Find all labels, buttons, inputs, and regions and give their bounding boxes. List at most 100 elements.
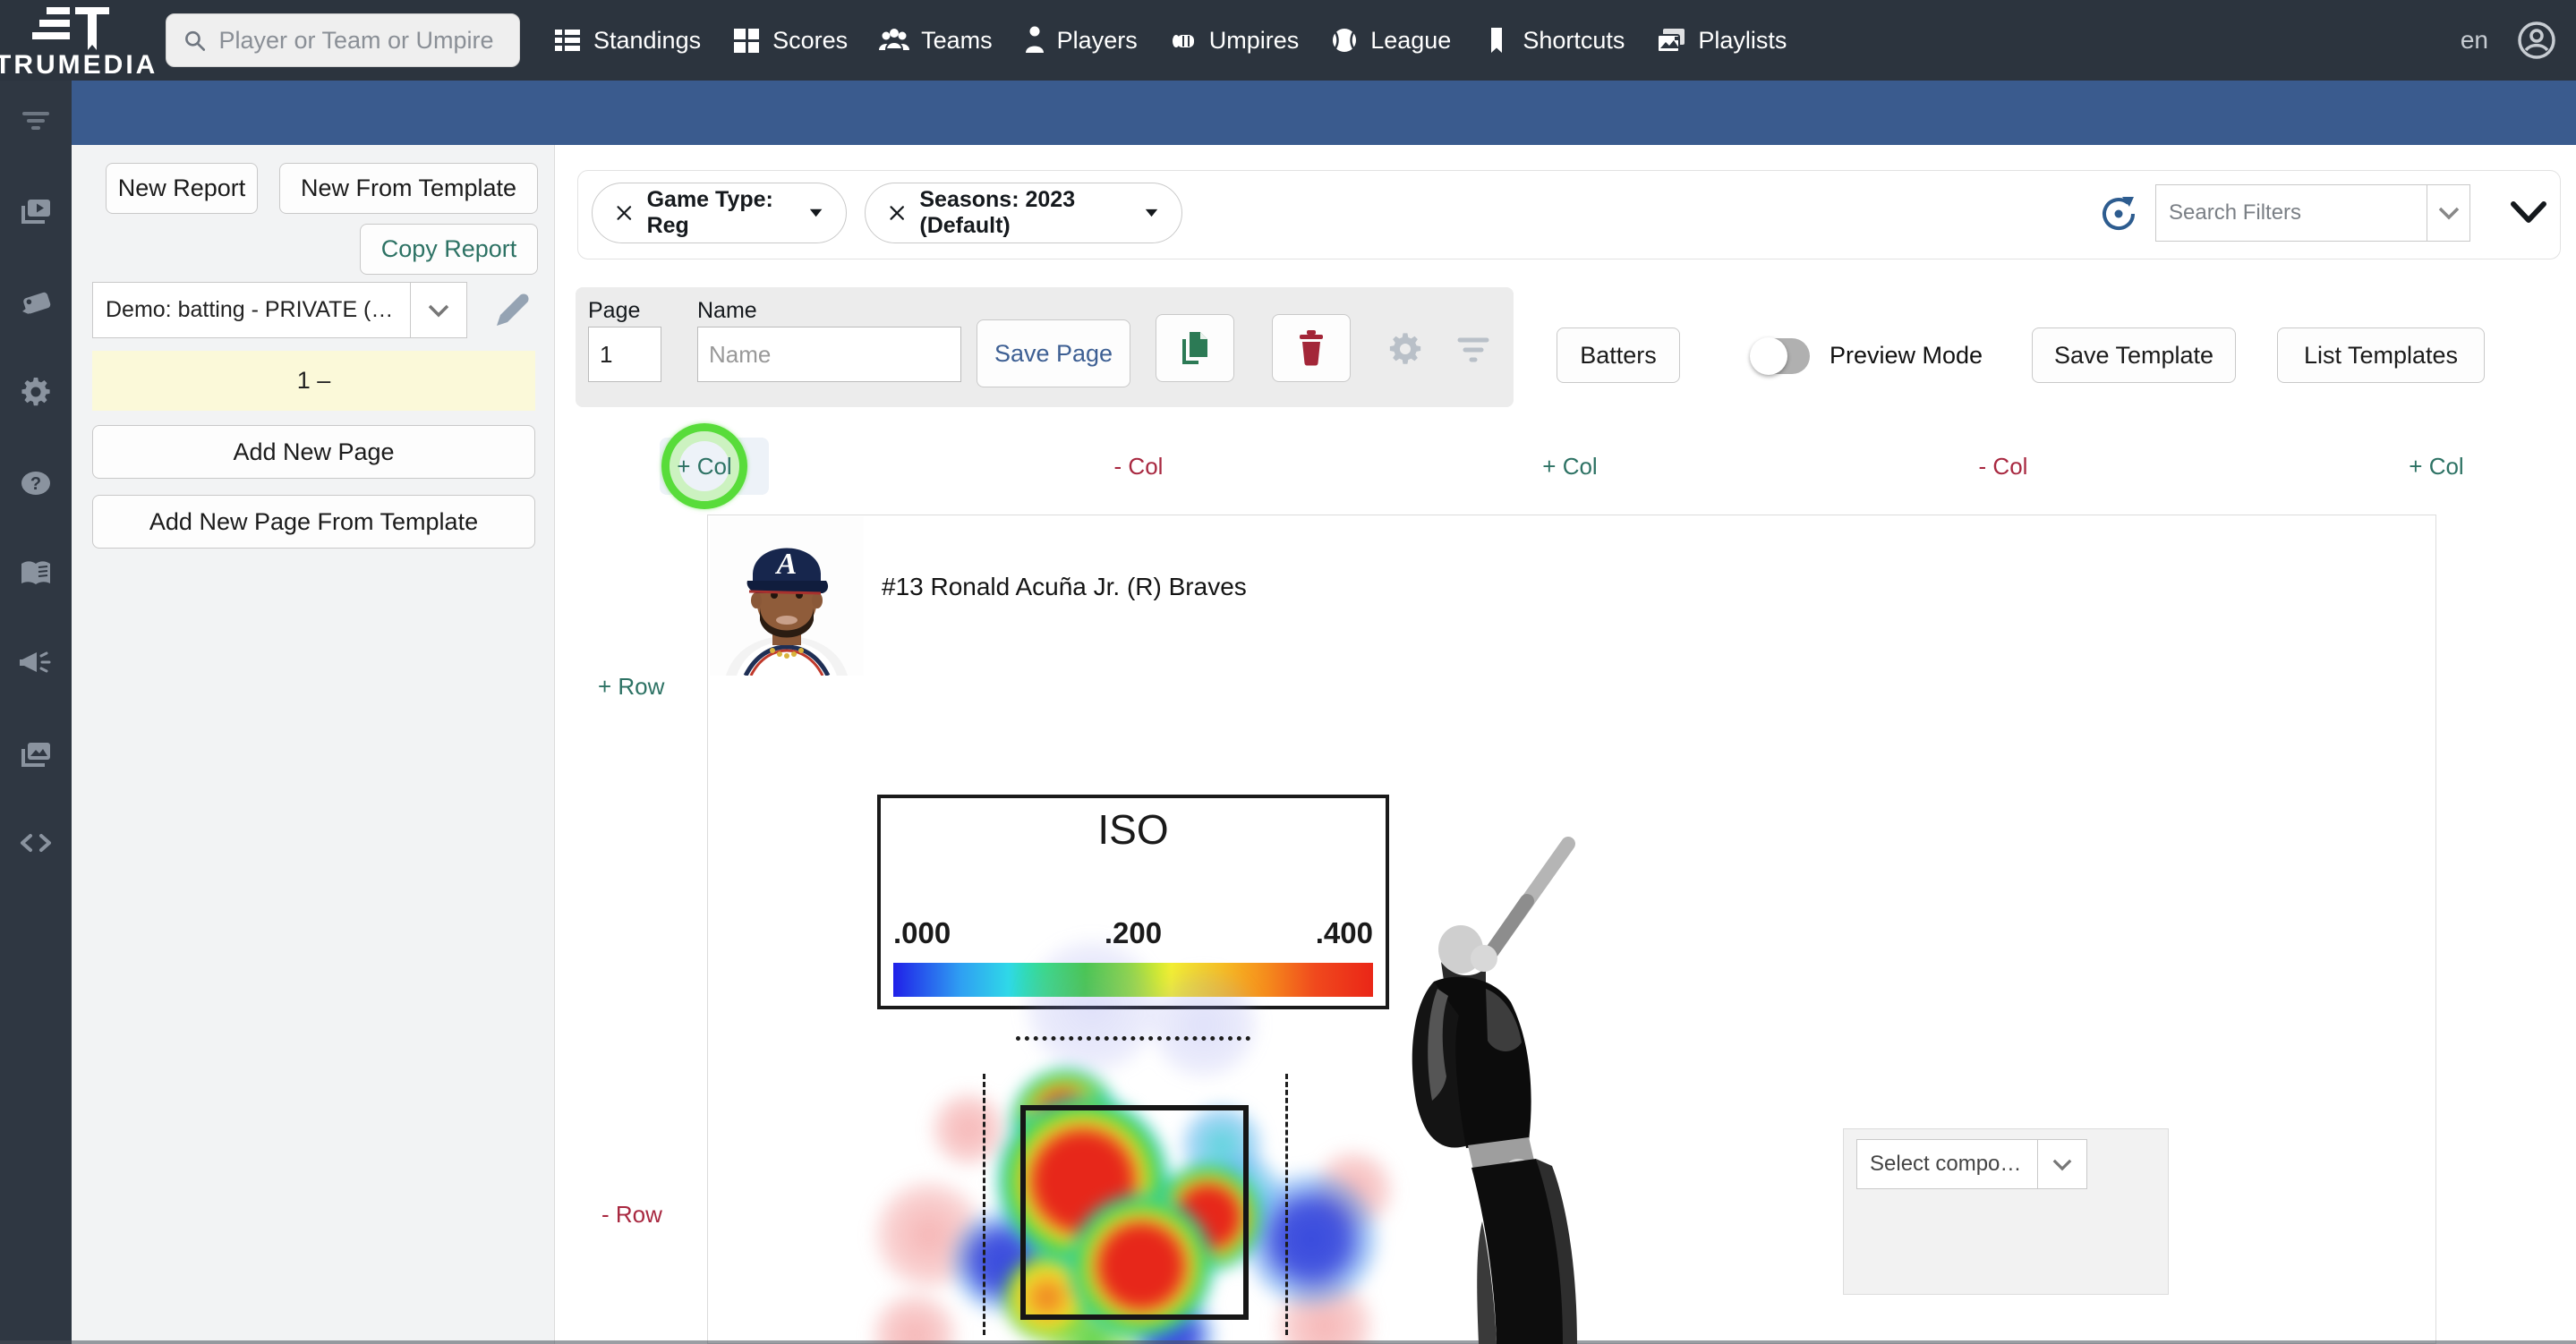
global-search-input[interactable] [217, 25, 503, 55]
add-col-button-3[interactable]: + Col [2409, 453, 2463, 481]
left-icon-rail: ? [0, 81, 72, 1344]
league-icon [1333, 29, 1357, 52]
nav-label: Players [1056, 26, 1138, 54]
heatmap-dashed-guide-right [1285, 1074, 1288, 1335]
edit-pencil-icon[interactable] [492, 291, 532, 330]
search-filters-combobox[interactable] [2155, 184, 2470, 242]
nav-scores[interactable]: Scores [716, 25, 863, 55]
page-toolbar: Page Name Save Page [576, 287, 1514, 407]
add-row-button[interactable]: + Row [598, 673, 664, 701]
media-library-icon[interactable] [18, 736, 54, 772]
page-number-field[interactable] [589, 327, 661, 381]
locale-label[interactable]: en [2461, 26, 2488, 55]
nav-shortcuts[interactable]: Shortcuts [1466, 25, 1640, 55]
filter-history-icon[interactable] [2098, 193, 2139, 234]
new-report-button[interactable]: New Report [106, 163, 258, 214]
page-list-item-1[interactable]: 1 – [92, 351, 535, 411]
top-bar: TRUMEDIA Standings [0, 0, 2576, 81]
page-label: Page [588, 298, 641, 323]
umpires-icon [1172, 35, 1194, 47]
close-icon[interactable] [889, 203, 905, 223]
remove-col-button-1[interactable]: - Col [1114, 453, 1164, 481]
global-search[interactable] [166, 13, 520, 67]
nav-label: Scores [772, 26, 849, 54]
topbar-right: en [2461, 0, 2556, 81]
duplicate-page-button[interactable] [1156, 314, 1234, 382]
page-settings-gear-icon[interactable] [1386, 329, 1425, 369]
nav-umpires[interactable]: Umpires [1153, 25, 1315, 55]
strike-zone-outline [1020, 1105, 1249, 1320]
nav-league[interactable]: League [1314, 25, 1466, 55]
component-select-placeholder: Select component [1870, 1152, 2037, 1176]
copy-icon [1182, 332, 1207, 364]
nav-standings[interactable]: Standings [537, 25, 716, 55]
filter-chip-game-type[interactable]: Game Type: Reg [592, 183, 847, 243]
save-template-button[interactable]: Save Template [2032, 327, 2236, 383]
page-filter-icon[interactable] [1454, 333, 1492, 369]
video-playlist-icon[interactable] [18, 193, 54, 229]
user-account-icon[interactable] [2517, 21, 2556, 60]
list-templates-button[interactable]: List Templates [2277, 327, 2485, 383]
trash-icon [1300, 330, 1323, 366]
nav-teams[interactable]: Teams [863, 25, 1008, 55]
top-nav: Standings Scores Teams Players Umpires L… [537, 0, 1802, 81]
shortcuts-icon [1491, 28, 1503, 53]
search-filters-input[interactable] [2156, 200, 2427, 225]
standings-icon [555, 30, 580, 51]
tag-icon[interactable] [18, 285, 54, 320]
nav-players[interactable]: Players [1008, 25, 1153, 55]
caret-down-icon [809, 208, 823, 217]
nav-label: Standings [593, 26, 702, 54]
player-title: #13 Ronald Acuña Jr. (R) Braves [882, 573, 1247, 600]
chevron-down-icon [2037, 1140, 2086, 1188]
remove-col-button-2[interactable]: - Col [1979, 453, 2028, 481]
help-icon[interactable]: ? [18, 465, 54, 501]
gear-icon[interactable] [18, 374, 54, 410]
add-new-page-from-template-button[interactable]: Add New Page From Template [92, 495, 535, 549]
heatmap-dotted-guide [1016, 1036, 1250, 1041]
chip-label: Game Type: Reg [646, 187, 773, 238]
scores-icon [734, 29, 760, 53]
add-new-page-button[interactable]: Add New Page [92, 425, 535, 479]
legend-title: ISO [1097, 806, 1169, 853]
accent-bar [72, 81, 2576, 145]
component-select[interactable]: Select component [1856, 1139, 2087, 1189]
preview-mode-toggle[interactable] [1750, 337, 1810, 375]
heatmap-dashed-guide-left [983, 1074, 985, 1335]
caret-down-icon [1145, 208, 1158, 217]
filter-chip-seasons[interactable]: Seasons: 2023 (Default) [865, 183, 1182, 243]
svg-text:A: A [775, 548, 798, 581]
batters-button[interactable]: Batters [1557, 327, 1680, 383]
remove-row-button[interactable]: - Row [601, 1201, 662, 1229]
nav-label: Playlists [1698, 26, 1787, 54]
teams-icon [879, 29, 910, 50]
announcements-megaphone-icon[interactable] [18, 646, 54, 682]
nav-playlists[interactable]: Playlists [1640, 25, 1802, 55]
page-name-input[interactable] [697, 327, 961, 382]
report-sidebar: New Report New From Template Copy Report… [72, 145, 555, 1344]
code-icon[interactable] [18, 825, 54, 861]
logo-text: TRUMEDIA [0, 50, 158, 80]
delete-page-button[interactable] [1272, 314, 1351, 382]
toggle-knob [1750, 337, 1787, 375]
close-icon[interactable] [616, 203, 633, 223]
report-select[interactable]: Demo: batting - PRIVATE (brad... [92, 282, 467, 338]
search-icon [185, 30, 206, 51]
filter-icon[interactable] [18, 103, 54, 139]
trumedia-logo-icon [32, 7, 109, 50]
report-select-value: Demo: batting - PRIVATE (brad... [106, 297, 410, 322]
add-col-button-1[interactable]: + Col [677, 453, 731, 481]
new-from-template-button[interactable]: New From Template [279, 163, 538, 214]
add-col-button-2[interactable]: + Col [1542, 453, 1597, 481]
guide-book-icon[interactable] [18, 556, 54, 591]
page-name-field[interactable] [698, 327, 960, 381]
save-page-button[interactable]: Save Page [977, 319, 1130, 387]
collapse-filters-chevron-icon[interactable] [2506, 197, 2551, 227]
playlists-icon [1657, 29, 1685, 53]
page-number-input[interactable] [588, 327, 661, 382]
nav-label: Umpires [1208, 26, 1300, 54]
chevron-down-icon[interactable] [2427, 185, 2469, 241]
copy-report-button[interactable]: Copy Report [360, 224, 538, 275]
batter-silhouette [1412, 837, 1577, 1344]
nav-label: Shortcuts [1523, 26, 1625, 54]
